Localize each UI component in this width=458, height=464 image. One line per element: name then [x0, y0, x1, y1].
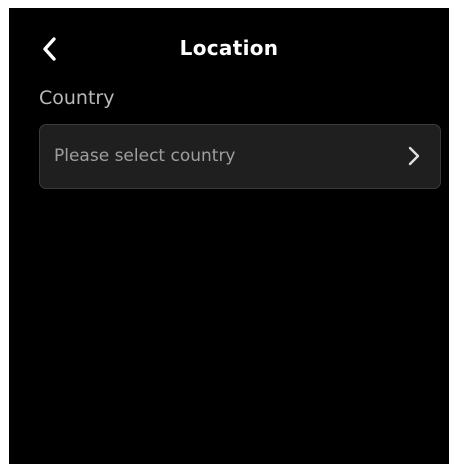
location-screen: Location Country Please select country [9, 8, 449, 464]
chevron-right-icon [408, 146, 420, 166]
page-title: Location [179, 36, 279, 60]
country-select[interactable]: Please select country [39, 124, 441, 189]
country-placeholder: Please select country [54, 146, 236, 166]
country-label: Country [39, 87, 115, 109]
